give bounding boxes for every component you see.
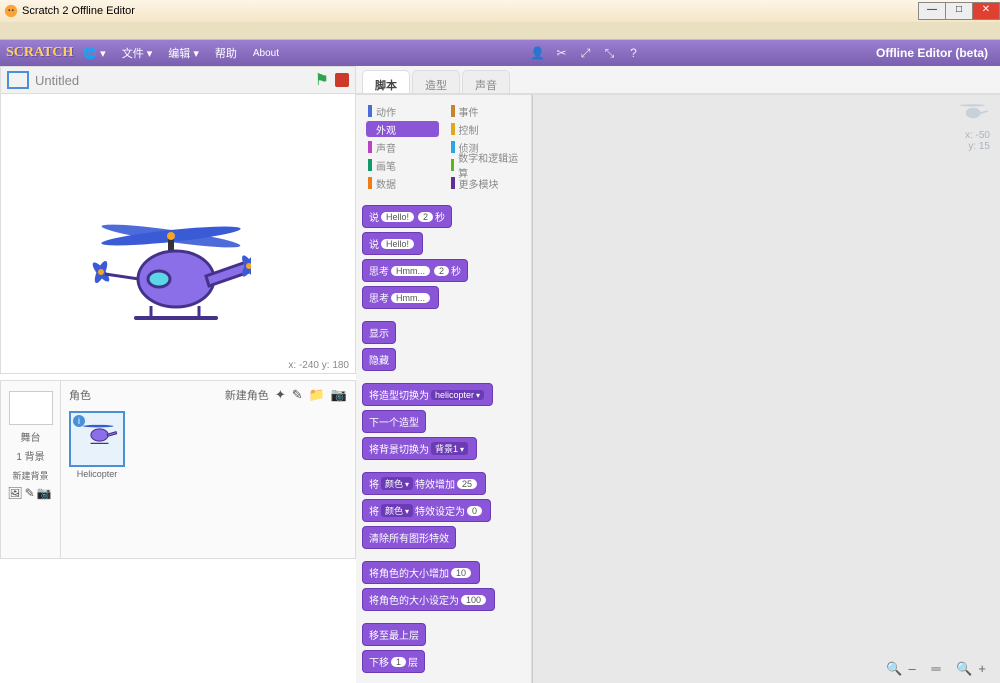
cat-pen[interactable]: 画笔: [366, 157, 439, 173]
project-title[interactable]: Untitled: [35, 73, 79, 88]
block-palette: 动作 事件 外观 控制 声音 侦测 画笔 数字和逻辑运算 数据 更多模块 说He…: [356, 95, 532, 683]
sprite-list: 角色 新建角色 ✦ ✎ 📁 📷 i Helicopter: [61, 381, 355, 558]
sprite-upload-icon[interactable]: 📁: [309, 387, 325, 403]
block-switch-costume[interactable]: 将造型切换为helicopter: [362, 383, 493, 406]
window-title: Scratch 2 Offline Editor: [22, 5, 135, 17]
block-hide[interactable]: 隐藏: [362, 348, 396, 371]
cat-control[interactable]: 控制: [449, 121, 522, 137]
window-buttons: — □ ✕: [919, 2, 1000, 20]
canvas-x: x: -50: [952, 130, 990, 141]
block-show[interactable]: 显示: [362, 321, 396, 344]
tab-sounds[interactable]: 声音: [462, 70, 510, 93]
menubar: SCRATCH 🌐 ▾ 文件 ▾ 编辑 ▾ 帮助 About 👤 ✂ ⤢ ⤡ ?…: [0, 40, 1000, 66]
stage-thumbnail-panel: 舞台 1 背景 新建背景 🖼✎📷: [1, 381, 61, 558]
menu-file[interactable]: 文件 ▾: [122, 45, 153, 61]
maximize-button[interactable]: □: [945, 2, 973, 20]
block-think-secs[interactable]: 思考Hmm...2秒: [362, 259, 468, 282]
sprite-name: Helicopter: [71, 469, 123, 479]
cat-operators[interactable]: 数字和逻辑运算: [449, 157, 522, 173]
sprite-info-icon[interactable]: i: [73, 415, 85, 427]
os-titlebar: Scratch 2 Offline Editor — □ ✕: [0, 0, 1000, 22]
block-change-effect[interactable]: 将颜色特效增加25: [362, 472, 486, 495]
scratch-logo: SCRATCH: [6, 45, 73, 61]
help-icon[interactable]: ?: [622, 46, 646, 60]
cat-events[interactable]: 事件: [449, 103, 522, 119]
block-think[interactable]: 思考Hmm...: [362, 286, 439, 309]
backdrop-count: 1 背景: [1, 448, 60, 463]
backdrop-camera-icon[interactable]: 📷: [37, 486, 54, 500]
mouse-coords: x: -240 y: 180: [288, 360, 349, 371]
stage-label: 舞台: [1, 429, 60, 444]
close-button[interactable]: ✕: [972, 2, 1000, 20]
globe-icon[interactable]: 🌐 ▾: [83, 47, 105, 60]
block-go-front[interactable]: 移至最上层: [362, 623, 426, 646]
cat-motion[interactable]: 动作: [366, 103, 439, 119]
grow-icon[interactable]: ⤢: [574, 46, 598, 61]
script-canvas[interactable]: x: -50 y: 15 🔍‒ ═ 🔍+: [532, 95, 1000, 683]
cat-more[interactable]: 更多模块: [449, 175, 522, 191]
menu-edit[interactable]: 编辑 ▾: [168, 45, 199, 61]
tab-costumes[interactable]: 造型: [412, 70, 460, 93]
sprite-watermark: x: -50 y: 15: [952, 101, 990, 152]
block-next-costume[interactable]: 下一个造型: [362, 410, 426, 433]
minimize-button[interactable]: —: [918, 2, 946, 20]
stop-button[interactable]: [335, 73, 349, 87]
new-backdrop-label: 新建背景: [1, 469, 60, 482]
menu-tips[interactable]: 帮助: [215, 45, 237, 61]
duplicate-icon[interactable]: 👤: [526, 46, 550, 60]
block-change-size[interactable]: 将角色的大小增加10: [362, 561, 480, 584]
script-tabs: 脚本 造型 声音: [356, 66, 1000, 94]
block-clear-effects[interactable]: 清除所有图形特效: [362, 526, 456, 549]
stage-header: Untitled ⚑: [0, 66, 356, 94]
scratch-cat-icon: [4, 4, 18, 18]
block-set-effect[interactable]: 将颜色特效设定为0: [362, 499, 491, 522]
stage-thumbnail[interactable]: [9, 391, 53, 425]
backdrop-paint-icon[interactable]: ✎: [25, 486, 37, 500]
cat-data[interactable]: 数据: [366, 175, 439, 191]
block-switch-backdrop[interactable]: 将背景切换为背景1: [362, 437, 477, 460]
block-go-back[interactable]: 下移1层: [362, 650, 425, 673]
sprite-camera-icon[interactable]: 📷: [331, 387, 347, 403]
green-flag-icon[interactable]: ⚑: [315, 70, 329, 90]
cat-looks[interactable]: 外观: [366, 121, 439, 137]
delete-icon[interactable]: ✂: [550, 46, 574, 60]
stage[interactable]: x: -240 y: 180: [0, 94, 356, 374]
block-say[interactable]: 说Hello!: [362, 232, 423, 255]
block-say-secs[interactable]: 说Hello!2秒: [362, 205, 452, 228]
backdrop-library-icon[interactable]: 🖼: [7, 486, 24, 500]
new-sprite-label: 新建角色: [225, 387, 269, 403]
canvas-y: y: 15: [952, 141, 990, 152]
block-set-size[interactable]: 将角色的大小设定为100: [362, 588, 495, 611]
shrink-icon[interactable]: ⤡: [598, 46, 622, 61]
sprites-header: 角色: [69, 387, 225, 403]
fullscreen-icon[interactable]: [7, 71, 29, 89]
sprite-paint-icon[interactable]: ✎: [292, 387, 303, 403]
menu-about[interactable]: About: [253, 48, 279, 59]
cat-sound[interactable]: 声音: [366, 139, 439, 155]
sprite-thumbnail[interactable]: i Helicopter: [69, 411, 125, 467]
tab-scripts[interactable]: 脚本: [362, 70, 410, 93]
edition-label: Offline Editor (beta): [876, 46, 988, 60]
zoom-controls[interactable]: 🔍‒ ═ 🔍+: [886, 661, 992, 677]
sprite-library-icon[interactable]: ✦: [275, 387, 286, 403]
browser-tabbar-placeholder: [0, 22, 1000, 40]
sprite-on-stage[interactable]: [81, 224, 251, 339]
